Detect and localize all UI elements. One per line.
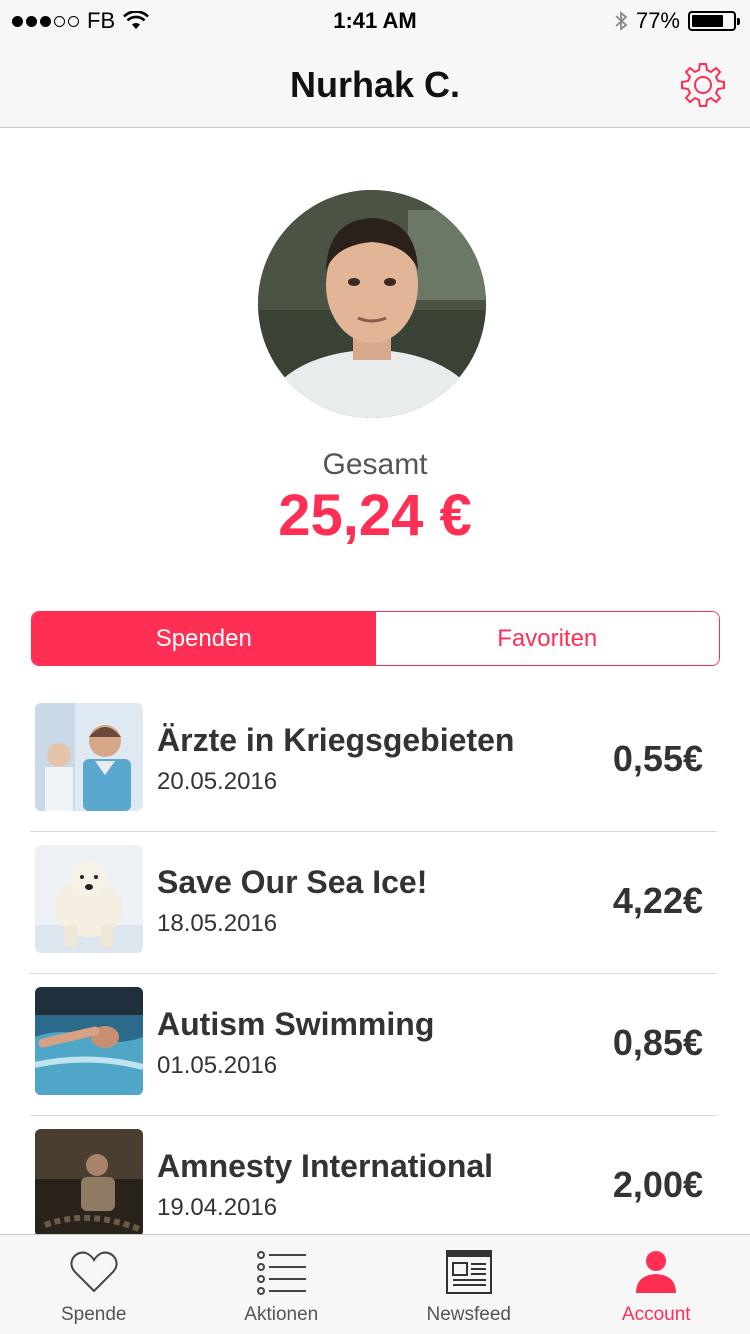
list-item[interactable]: Autism Swimming 01.05.2016 0,85€	[0, 974, 750, 1116]
list-item[interactable]: Save Our Sea Ice! 18.05.2016 4,22€	[0, 832, 750, 974]
settings-button[interactable]	[676, 58, 730, 112]
swimmer-thumbnail	[35, 987, 143, 1095]
nav-bar: Nurhak C.	[0, 40, 750, 128]
donation-date: 19.04.2016	[157, 1194, 278, 1221]
donation-title: Autism Swimming	[157, 1006, 435, 1042]
newspaper-icon	[445, 1250, 492, 1294]
heart-icon	[70, 1251, 118, 1293]
list-icon	[257, 1251, 307, 1295]
avatar-photo	[258, 190, 486, 418]
donation-date: 18.05.2016	[157, 910, 278, 937]
donation-title: Amnesty International	[157, 1148, 494, 1184]
battery-icon	[688, 11, 740, 31]
polar-bear-thumbnail	[35, 845, 143, 953]
total-label: Gesamt	[322, 448, 428, 481]
donation-title: Ärzte in Kriegsgebieten	[157, 722, 515, 758]
avatar	[258, 190, 486, 418]
tab-account[interactable]: Account	[563, 1235, 750, 1334]
battery-level	[692, 15, 723, 27]
donation-amount: 4,22€	[612, 880, 703, 921]
tab-label: Spende	[60, 1304, 127, 1325]
donation-title: Save Our Sea Ice!	[157, 864, 428, 900]
tab-label: Newsfeed	[426, 1304, 512, 1325]
doctors-thumbnail	[35, 703, 143, 811]
amnesty-thumbnail	[35, 1129, 143, 1237]
tab-bar: Spende Aktionen Newsfeed Account	[0, 1234, 750, 1334]
segment-favoriten[interactable]: Favoriten	[375, 612, 719, 665]
status-bar: FB 1:41 AM 77%	[0, 0, 750, 40]
donation-date: 01.05.2016	[157, 1052, 278, 1079]
person-icon	[636, 1251, 677, 1293]
battery-percent: 77%	[635, 8, 680, 33]
tab-label: Account	[621, 1304, 691, 1325]
donation-amount: 0,85€	[612, 1022, 703, 1063]
donation-amount: 2,00€	[612, 1164, 703, 1205]
donation-amount: 0,55€	[612, 738, 703, 779]
page-title: Nurhak C.	[289, 64, 461, 105]
donation-list: Ärzte in Kriegsgebieten 20.05.2016 0,55€…	[0, 690, 750, 1258]
tab-newsfeed[interactable]: Newsfeed	[375, 1235, 563, 1334]
gear-icon	[681, 63, 725, 107]
segmented-control: Spenden Favoriten	[31, 611, 720, 666]
tab-spende[interactable]: Spende	[0, 1235, 188, 1334]
list-item[interactable]: Ärzte in Kriegsgebieten 20.05.2016 0,55€	[0, 690, 750, 832]
total-amount: 25,24 €	[278, 483, 472, 548]
bluetooth-icon	[615, 11, 628, 31]
tab-label: Aktionen	[244, 1304, 319, 1325]
tab-aktionen[interactable]: Aktionen	[188, 1235, 376, 1334]
donation-date: 20.05.2016	[157, 768, 278, 795]
status-right: 77%	[614, 8, 740, 34]
segment-spenden[interactable]: Spenden	[32, 612, 376, 665]
